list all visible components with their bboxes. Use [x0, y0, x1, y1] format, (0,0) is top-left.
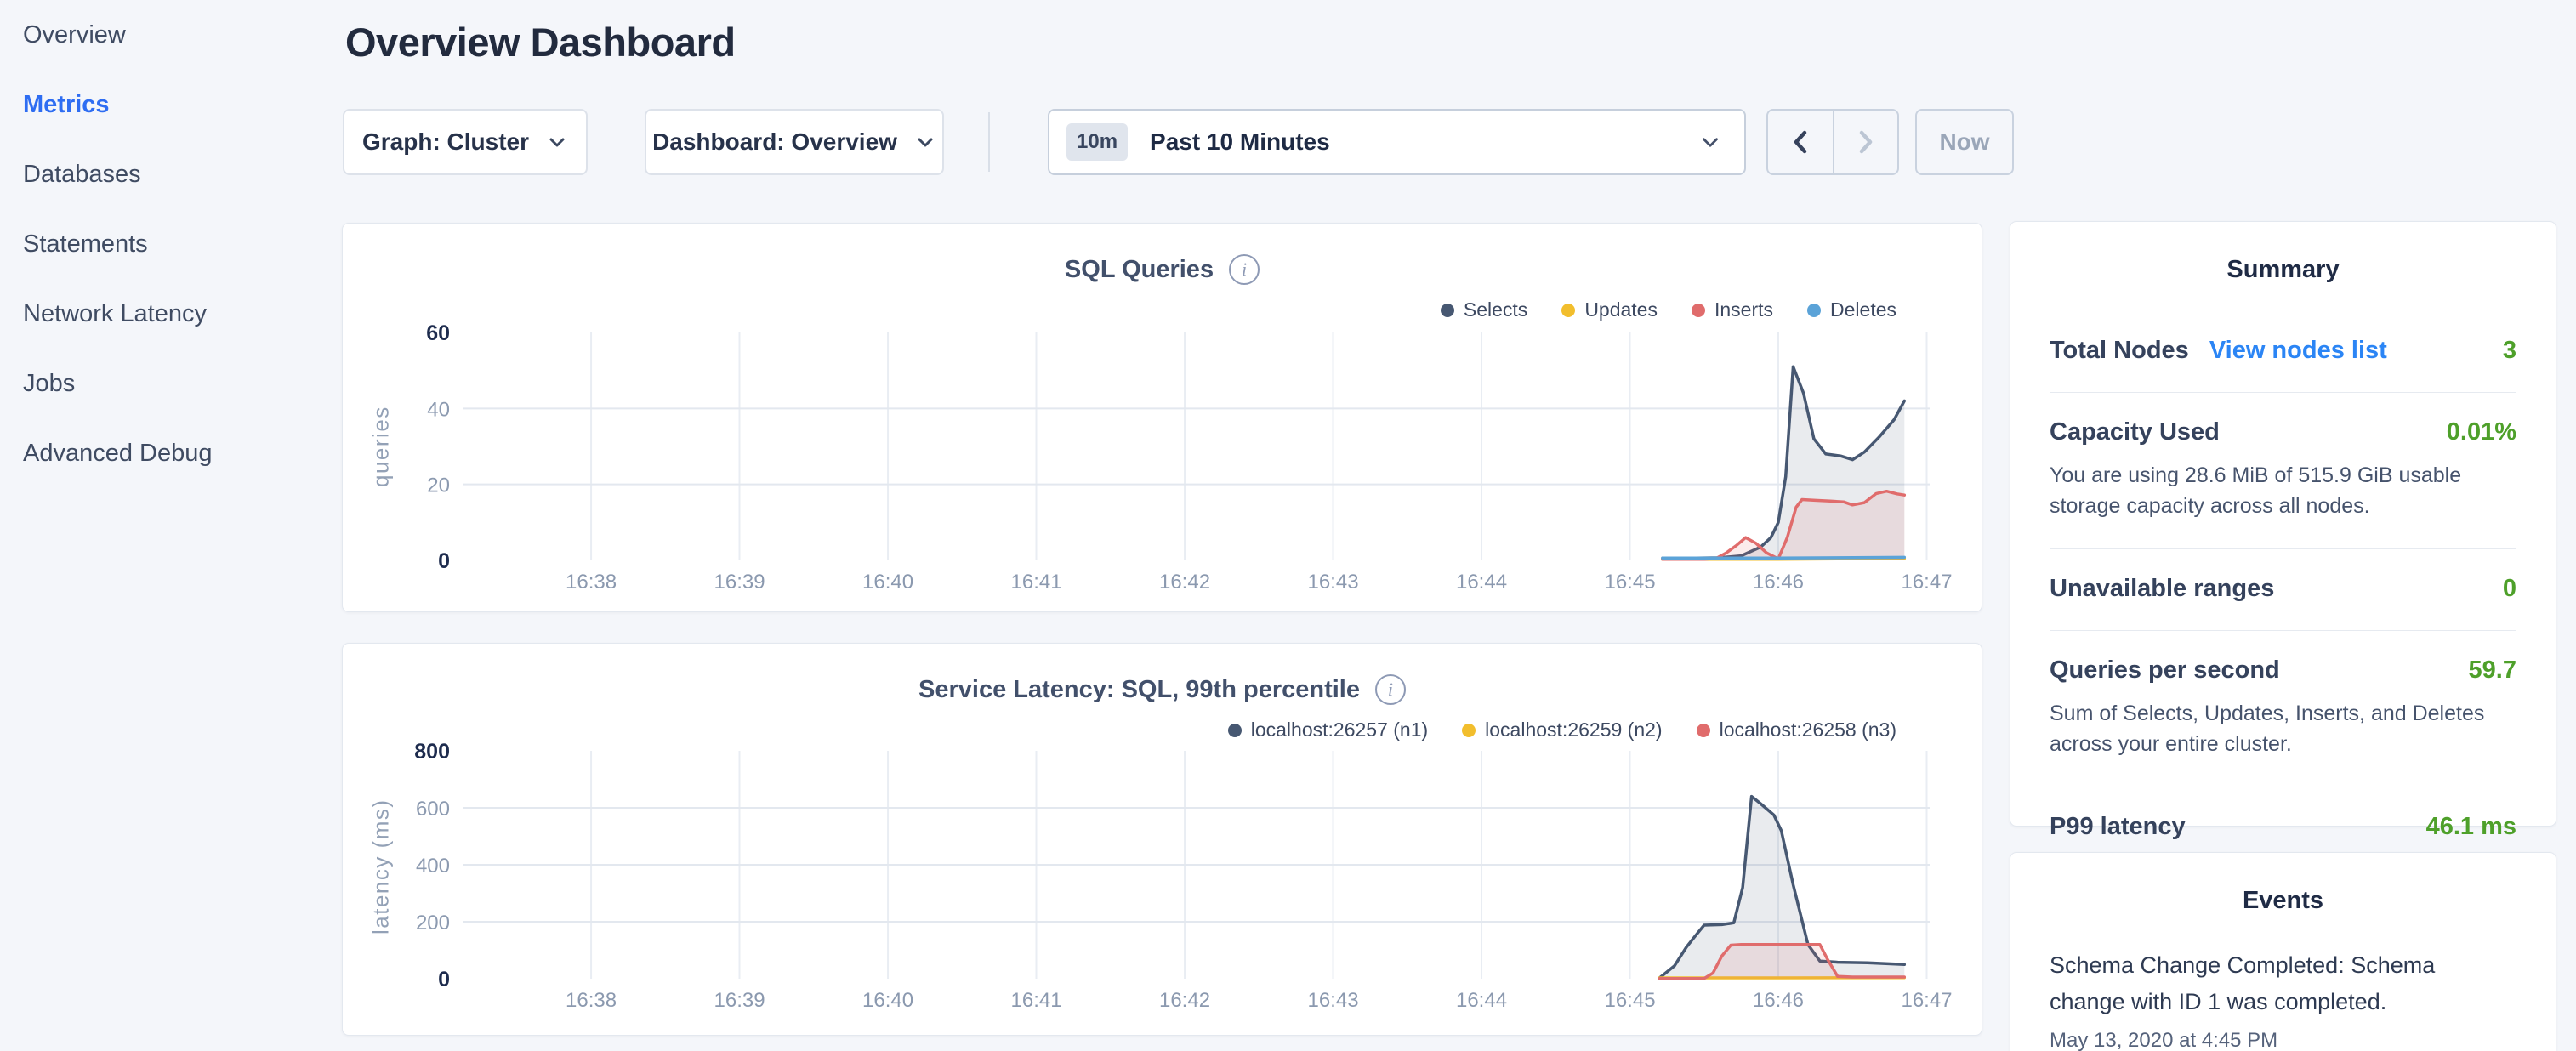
- event-message: Schema Change Completed: Schema change w…: [2050, 947, 2516, 1020]
- svg-text:16:41: 16:41: [1011, 571, 1062, 594]
- svg-text:16:42: 16:42: [1159, 989, 1210, 1012]
- svg-text:16:46: 16:46: [1753, 989, 1804, 1012]
- sidebar-item-network-latency[interactable]: Network Latency: [0, 279, 336, 349]
- view-nodes-list-link[interactable]: View nodes list: [2209, 337, 2387, 365]
- summary-row-caption: Sum of Selects, Updates, Inserts, and De…: [2050, 698, 2509, 759]
- summary-row-caption: You are using 28.6 MiB of 515.9 GiB usab…: [2050, 460, 2509, 521]
- svg-text:16:46: 16:46: [1753, 571, 1804, 594]
- sql-queries-chart: 16:38 16:39 16:40 16:41 16:42 16:43 16:44 16:45…: [343, 224, 1983, 613]
- svg-text:16:44: 16:44: [1456, 989, 1507, 1012]
- svg-text:16:38: 16:38: [566, 989, 617, 1012]
- time-forward-button[interactable]: [1833, 111, 1897, 173]
- controls-bar: Graph: Cluster Dashboard: Overview 10m P…: [0, 109, 2576, 175]
- sidebar-item-advanced-debug[interactable]: Advanced Debug: [0, 418, 336, 488]
- svg-text:16:43: 16:43: [1307, 571, 1358, 594]
- svg-text:16:38: 16:38: [566, 571, 617, 594]
- dashboard-dropdown-label: Dashboard: Overview: [652, 128, 897, 156]
- summary-row-unavailable-ranges: Unavailable ranges 0: [2050, 549, 2516, 631]
- summary-row-value: 0: [2503, 575, 2516, 603]
- controls-divider: [988, 112, 990, 172]
- svg-text:400: 400: [416, 855, 450, 878]
- svg-text:16:47: 16:47: [1901, 989, 1952, 1012]
- svg-text:40: 40: [427, 398, 450, 421]
- event-list-item[interactable]: Schema Change Completed: Schema change w…: [2050, 947, 2516, 1051]
- time-back-button[interactable]: [1768, 111, 1833, 173]
- svg-text:60: 60: [426, 321, 450, 345]
- summary-row-capacity-used: Capacity Used 0.01% You are using 28.6 M…: [2050, 393, 2516, 549]
- sidebar-item-overview[interactable]: Overview: [0, 0, 336, 70]
- summary-row-total-nodes: Total Nodes View nodes list 3: [2050, 311, 2516, 393]
- summary-row-value: 46.1 ms: [2426, 813, 2516, 841]
- time-range-selector[interactable]: 10m Past 10 Minutes: [1048, 109, 1746, 175]
- summary-row-label: Capacity Used: [2050, 418, 2220, 446]
- page-title: Overview Dashboard: [345, 19, 736, 65]
- svg-text:16:45: 16:45: [1604, 571, 1655, 594]
- chevron-down-icon: [1698, 130, 1722, 154]
- chevron-down-icon: [546, 131, 568, 153]
- sidebar: Overview Metrics Databases Statements Ne…: [0, 0, 336, 488]
- chevron-down-icon: [914, 131, 936, 153]
- time-range-label: Past 10 Minutes: [1150, 128, 1330, 156]
- chevron-right-icon: [1853, 128, 1879, 156]
- sidebar-item-statements[interactable]: Statements: [0, 209, 336, 279]
- svg-text:16:39: 16:39: [714, 571, 765, 594]
- svg-text:200: 200: [416, 912, 450, 935]
- summary-row-value: 0.01%: [2447, 418, 2516, 446]
- time-range-badge: 10m: [1066, 123, 1128, 161]
- svg-text:600: 600: [416, 798, 450, 821]
- svg-text:0: 0: [438, 549, 450, 573]
- svg-text:16:43: 16:43: [1307, 989, 1358, 1012]
- sql-queries-chart-card: SQL Queries i Selects Updates Inserts De…: [342, 223, 1982, 612]
- summary-row-value: 3: [2503, 337, 2516, 365]
- chevron-left-icon: [1788, 128, 1813, 156]
- event-timestamp: May 13, 2020 at 4:45 PM: [2050, 1029, 2516, 1051]
- svg-text:16:40: 16:40: [862, 989, 913, 1012]
- svg-text:16:41: 16:41: [1011, 989, 1062, 1012]
- events-panel: Events Schema Change Completed: Schema c…: [2010, 852, 2556, 1051]
- sidebar-item-jobs[interactable]: Jobs: [0, 349, 336, 418]
- now-button[interactable]: Now: [1915, 109, 2014, 175]
- svg-text:20: 20: [427, 474, 450, 497]
- svg-text:16:42: 16:42: [1159, 571, 1210, 594]
- service-latency-chart: 16:38 16:39 16:40 16:41 16:42 16:43 16:44 16:45…: [343, 644, 1983, 1037]
- events-title: Events: [2010, 853, 2556, 915]
- summary-row-queries-per-second: Queries per second 59.7 Sum of Selects, …: [2050, 631, 2516, 787]
- summary-row-value: 59.7: [2469, 656, 2516, 685]
- graph-dropdown-label: Graph: Cluster: [362, 128, 529, 156]
- summary-title: Summary: [2010, 222, 2556, 284]
- graph-dropdown[interactable]: Graph: Cluster: [343, 109, 588, 175]
- summary-row-label: P99 latency: [2050, 813, 2186, 841]
- svg-text:16:45: 16:45: [1604, 989, 1655, 1012]
- summary-row-label: Queries per second: [2050, 656, 2280, 685]
- svg-text:800: 800: [414, 740, 450, 764]
- svg-text:16:44: 16:44: [1456, 571, 1507, 594]
- svg-text:16:47: 16:47: [1901, 571, 1952, 594]
- svg-text:0: 0: [438, 968, 450, 991]
- dashboard-dropdown[interactable]: Dashboard: Overview: [645, 109, 944, 175]
- svg-text:16:39: 16:39: [714, 989, 765, 1012]
- summary-row-label: Total Nodes: [2050, 337, 2189, 365]
- svg-text:16:40: 16:40: [862, 571, 913, 594]
- service-latency-chart-card: Service Latency: SQL, 99th percentile i …: [342, 643, 1982, 1036]
- summary-row-label: Unavailable ranges: [2050, 575, 2274, 603]
- summary-panel: Summary Total Nodes View nodes list 3 Ca…: [2010, 221, 2556, 827]
- time-pager: [1766, 109, 1899, 175]
